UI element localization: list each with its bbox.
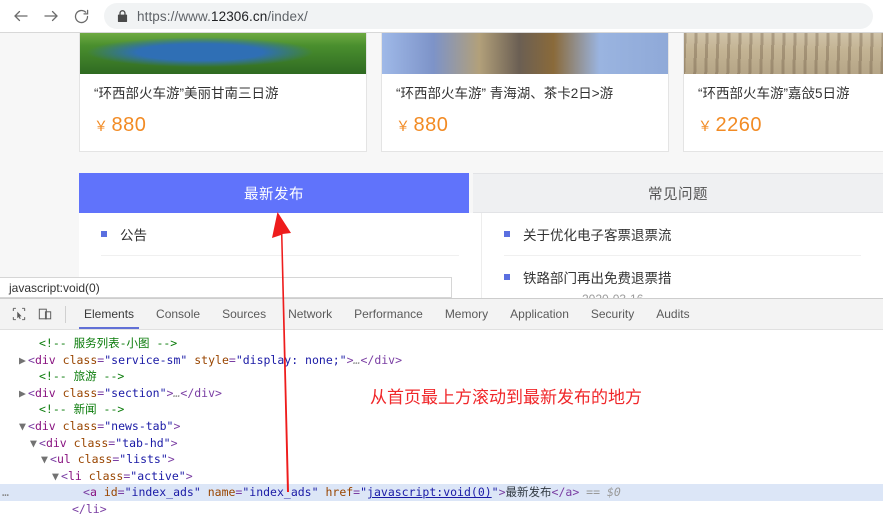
news-title: 公告 [120,228,147,243]
device-toolbar-icon[interactable] [32,302,58,326]
price-value: 880 [413,113,449,136]
currency-symbol: ￥ [698,117,713,134]
news-title: 关于优化电子客票退票流 [523,228,672,243]
dom-element-line[interactable]: ▼ <ul class="lists"> [0,451,883,468]
url-path: /index/ [267,8,308,24]
travel-card[interactable]: “环西部火车游”嘉敆5日游 ￥ 2260 [683,33,883,152]
back-arrow-icon[interactable] [6,2,36,30]
list-item[interactable]: 铁路部门再出免费退票措 [504,256,861,298]
url-text: https://www.12306.cn/index/ [137,9,308,24]
dom-tree[interactable]: <!-- 服务列表-小图 --> ▶ <div class="service-sm"… [0,330,883,515]
address-bar[interactable]: https://www.12306.cn/index/ [104,3,873,29]
devtools-panel: Elements Console Sources Network Perform… [0,298,883,515]
news-dates-overlay: 2020-03-16 2020-02-05 [582,277,643,299]
inspect-element-icon[interactable] [6,302,32,326]
travel-cards-row: “环西部火车游”美丽甘南三日游 ￥ 880 “环西部火车游” 青海湖、茶卡2日>游… [79,33,883,152]
dom-element-line[interactable]: ▼ <div class="tab-hd"> [0,435,883,452]
tab-sources[interactable]: Sources [211,299,277,329]
currency-symbol: ￥ [94,117,109,134]
travel-card-body: “环西部火车游”嘉敆5日游 ￥ 2260 [684,74,883,151]
url-domain: 12306.cn [210,8,268,24]
devtools-toolbar: Elements Console Sources Network Perform… [0,299,883,330]
dom-comment-line[interactable]: <!-- 服务列表-小图 --> [0,335,883,352]
travel-card[interactable]: “环西部火车游”美丽甘南三日游 ￥ 880 [79,33,367,152]
currency-symbol: ￥ [396,117,411,134]
travel-card-price: ￥ 2260 [698,114,883,137]
bullet-icon [504,274,510,280]
travel-card-body: “环西部火车游”美丽甘南三日游 ￥ 880 [80,74,366,151]
travel-card-photo [382,33,668,74]
dom-selected-node[interactable]: … <a id="index_ads" name="index_ads" href… [0,484,883,501]
tab-console[interactable]: Console [145,299,211,329]
news-list-right: 关于优化电子客票退票流 铁路部门再出免费退票措 [481,213,883,298]
price-value: 880 [111,113,147,136]
travel-card-title: “环西部火车游”嘉敆5日游 [698,86,850,101]
url-scheme: https://www. [137,8,211,24]
web-page-viewport: “环西部火车游”美丽甘南三日游 ￥ 880 “环西部火车游” 青海湖、茶卡2日>游… [0,33,883,298]
dom-element-line[interactable]: ▶ <div class="section">…</div> [0,385,883,402]
news-date: 2020-03-16 [582,277,643,299]
travel-card-body: “环西部火车游” 青海湖、茶卡2日>游 ￥ 880 [382,74,668,151]
tab-latest-releases[interactable]: 最新发布 [79,173,469,213]
travel-card-photo [684,33,883,74]
tab-security[interactable]: Security [580,299,645,329]
bullet-icon [504,231,510,237]
bullet-icon [101,231,107,237]
travel-card-photo [80,33,366,74]
dom-element-line[interactable]: ▼ <li class="active"> [0,468,883,485]
travel-card[interactable]: “环西部火车游” 青海湖、茶卡2日>游 ￥ 880 [381,33,669,152]
travel-card-title: “环西部火车游” 青海湖、茶卡2日>游 [396,86,614,101]
tab-memory[interactable]: Memory [434,299,499,329]
dom-comment-line[interactable]: <!-- 新闻 --> [0,401,883,418]
travel-card-price: ￥ 880 [94,114,352,137]
dom-comment-line[interactable]: <!-- 旅游 --> [0,368,883,385]
dom-element-line[interactable]: ▼ <div class="news-tab"> [0,418,883,435]
travel-card-price: ￥ 880 [396,114,654,137]
status-bar-tooltip: javascript:void(0) [0,277,452,298]
news-tab-header: 最新发布 常见问题 [79,173,883,213]
travel-card-title: “环西部火车游”美丽甘南三日游 [94,86,279,101]
tab-faq[interactable]: 常见问题 [473,173,883,213]
tab-application[interactable]: Application [499,299,580,329]
list-item[interactable]: 公告 [101,213,459,256]
tab-network[interactable]: Network [277,299,343,329]
tab-elements[interactable]: Elements [73,299,145,329]
reload-icon[interactable] [66,2,96,30]
browser-toolbar: https://www.12306.cn/index/ [0,0,883,33]
dom-element-line[interactable]: ▶ <div class="service-sm" style="display:… [0,352,883,369]
toolbar-divider [65,305,66,323]
tab-audits[interactable]: Audits [645,299,700,329]
lock-icon [117,9,128,23]
tab-performance[interactable]: Performance [343,299,434,329]
list-item[interactable]: 关于优化电子客票退票流 [504,213,861,256]
price-value: 2260 [715,113,762,136]
dom-close-line[interactable]: </li> [0,501,883,515]
forward-arrow-icon[interactable] [36,2,66,30]
